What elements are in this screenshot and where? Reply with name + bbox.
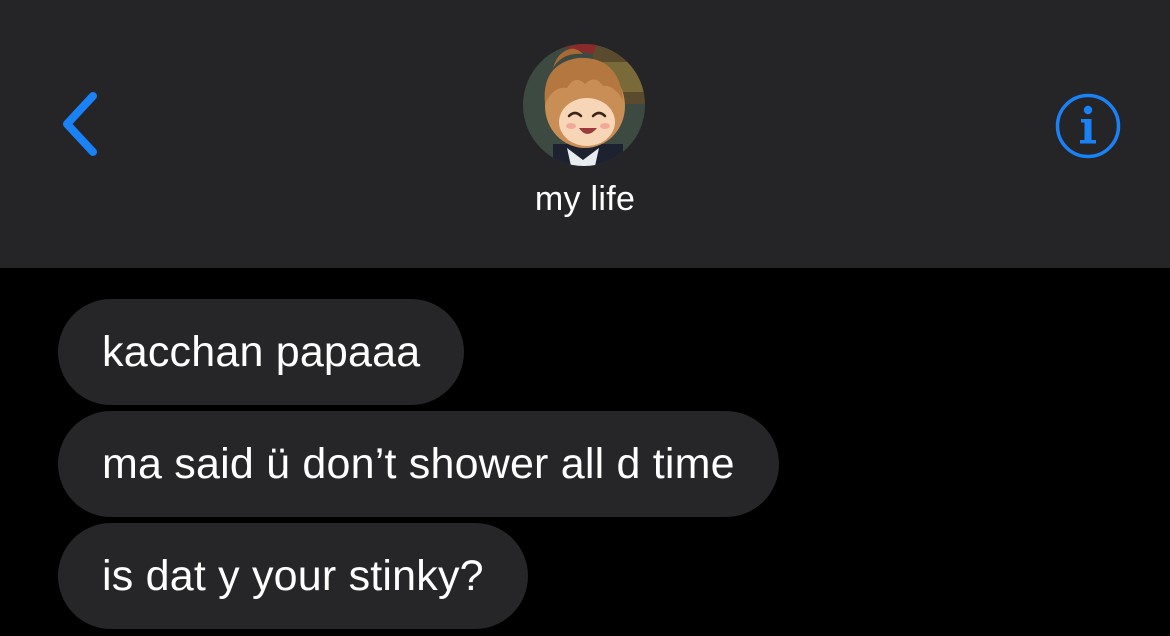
contact-name: my life xyxy=(534,180,636,218)
info-button[interactable] xyxy=(1052,90,1124,162)
messages-screen: my life kacchan papaaa ma said ü don’t s… xyxy=(0,0,1170,636)
avatar xyxy=(523,44,645,166)
incoming-message-bubble[interactable]: kacchan papaaa xyxy=(58,299,465,405)
back-button[interactable] xyxy=(48,84,112,164)
message-list: kacchan papaaa ma said ü don’t shower al… xyxy=(0,268,1170,636)
incoming-message-bubble[interactable]: is dat y your stinky? xyxy=(58,523,528,629)
contact-details-button[interactable]: my life xyxy=(485,40,685,230)
conversation-header: my life xyxy=(0,0,1170,268)
info-circle-icon xyxy=(1055,93,1121,159)
incoming-message-bubble[interactable]: ma said ü don’t shower all d time xyxy=(58,411,779,517)
chevron-left-icon xyxy=(63,92,97,156)
avatar-image xyxy=(523,44,645,166)
